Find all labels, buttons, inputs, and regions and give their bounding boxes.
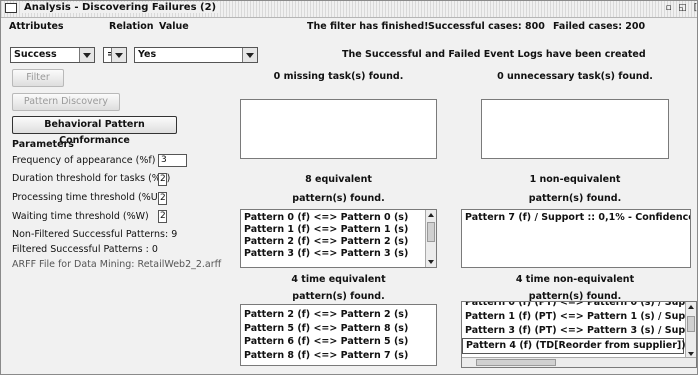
relation-label: Relation (109, 21, 154, 32)
chevron-down-icon[interactable] (242, 48, 257, 62)
frequency-label: Frequency of appearance (%f) (12, 155, 156, 166)
processing-field[interactable]: 2 (158, 192, 167, 205)
list-item[interactable]: Pattern 1 (f) <=> Pattern 1 (s) (241, 224, 436, 236)
missing-tasks: 0 missing task(s) found. (273, 71, 404, 82)
attributes-label: Attributes (9, 21, 64, 32)
analysis-window: Analysis - Discovering Failures (2) ▫ ◱ … (0, 0, 698, 375)
title-bar: Analysis - Discovering Failures (2) ▫ ◱ … (1, 1, 697, 18)
scroll-down-icon[interactable] (426, 257, 436, 267)
non-equivalent-list[interactable]: Pattern 7 (f) / Support :: 0,1% - Confid… (461, 209, 691, 268)
horizontal-scrollbar[interactable] (462, 357, 696, 367)
duration-label: Duration threshold for tasks (%T) (12, 173, 171, 184)
behavioral-pattern-conformance-button[interactable]: Behavioral Pattern Conformance (12, 116, 177, 146)
processing-label: Processing time threshold (%U) (12, 192, 162, 203)
minimize-icon[interactable]: ▫ (663, 2, 674, 14)
event-logs-status: The Successful and Failed Event Logs hav… (342, 49, 646, 60)
list-item[interactable]: Pattern 3 (f) <=> Pattern 3 (s) (241, 248, 436, 260)
chevron-down-icon[interactable] (79, 48, 94, 62)
time-equivalent-patterns-found: pattern(s) found. (292, 291, 385, 302)
filtered-patterns: Filtered Successful Patterns : 0 (12, 244, 158, 255)
pattern-discovery-button[interactable]: Pattern Discovery (12, 93, 120, 111)
filter-button[interactable]: Filter (12, 69, 64, 87)
time-equivalent-count: 4 time equivalent (291, 274, 386, 285)
list-item[interactable]: Pattern 5 (f) <=> Pattern 8 (s) (241, 322, 436, 336)
attribute-select[interactable]: Success (10, 47, 95, 63)
scroll-up-icon[interactable] (426, 210, 436, 220)
equivalent-patterns-found: pattern(s) found. (292, 193, 385, 204)
list-item[interactable]: Pattern 8 (f) <=> Pattern 7 (s) (241, 349, 436, 363)
close-icon[interactable]: [ (690, 2, 698, 14)
list-item[interactable]: Pattern 2 (f) <=> Pattern 2 (s) (241, 308, 436, 322)
vertical-scrollbar[interactable] (425, 210, 436, 267)
list-item[interactable]: Pattern 0 (f) <=> Pattern 0 (s) (241, 212, 436, 224)
scroll-thumb[interactable] (476, 359, 556, 366)
list-item[interactable]: Pattern 6 (f) <=> Pattern 5 (s) (241, 335, 436, 349)
frequency-field[interactable]: 3 (158, 154, 187, 167)
value-select[interactable]: Yes (134, 47, 258, 63)
unnecessary-tasks: 0 unnecessary task(s) found. (497, 71, 653, 82)
value-select-value: Yes (138, 49, 157, 60)
waiting-field[interactable]: 2 (158, 210, 167, 223)
vertical-scrollbar[interactable] (685, 302, 696, 359)
maximize-icon[interactable]: ◱ (677, 2, 688, 14)
scroll-thumb[interactable] (427, 222, 435, 242)
missing-tasks-panel (240, 99, 437, 159)
failed-cases: Failed cases: 200 (553, 21, 646, 32)
list-item[interactable]: Pattern 1 (f) (PT) <=> Pattern 1 (s) / S… (462, 310, 696, 324)
parameters-title: Parameters (12, 139, 74, 150)
list-item[interactable]: Pattern 0 (f) (PT) <=> Pattern 0 (s) / S… (462, 302, 696, 310)
relation-select[interactable]: = (103, 47, 127, 63)
list-item-selected[interactable]: Pattern 4 (f) (TD[Reorder from supplier]… (462, 338, 696, 354)
non-equivalent-patterns-found: pattern(s) found. (528, 193, 622, 204)
list-item[interactable]: Pattern 7 (f) / Support :: 0,1% - Confid… (462, 212, 690, 224)
waiting-label: Waiting time threshold (%W) (12, 211, 149, 222)
successful-cases: Successful cases: 800 (428, 21, 545, 32)
non-filtered-patterns: Non-Filtered Successful Patterns: 9 (12, 229, 178, 240)
list-item[interactable]: Pattern 2 (f) <=> Pattern 2 (s) (241, 236, 436, 248)
window-icon (5, 3, 17, 13)
arff-file: ARFF File for Data Mining: RetailWeb2_2.… (12, 259, 222, 270)
time-equivalent-list[interactable]: Pattern 2 (f) <=> Pattern 2 (s) Pattern … (240, 304, 437, 366)
list-item[interactable]: Pattern 3 (f) (PT) <=> Pattern 3 (s) / S… (462, 324, 696, 338)
chevron-down-icon[interactable] (111, 48, 126, 62)
duration-field[interactable]: 2 (158, 173, 167, 186)
unnecessary-tasks-panel (481, 99, 669, 159)
equivalent-list[interactable]: Pattern 0 (f) <=> Pattern 0 (s) Pattern … (240, 209, 437, 268)
window-title: Analysis - Discovering Failures (2) (21, 2, 220, 13)
time-non-equivalent-list[interactable]: Pattern 0 (f) (PT) <=> Pattern 0 (s) / S… (461, 301, 697, 368)
filter-status: The filter has finished! (307, 21, 429, 32)
value-label: Value (159, 21, 189, 32)
attribute-select-value: Success (14, 49, 57, 60)
non-equivalent-count: 1 non-equivalent (529, 174, 621, 185)
scroll-up-icon[interactable] (686, 302, 696, 312)
time-non-equivalent-count: 4 time non-equivalent (515, 274, 635, 285)
scroll-thumb[interactable] (687, 316, 695, 332)
equivalent-count: 8 equivalent (305, 174, 372, 185)
